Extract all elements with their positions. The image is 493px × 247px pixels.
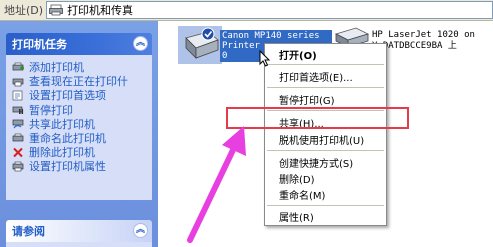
menu-separator	[267, 150, 384, 151]
collapse-chevron-icon[interactable]: ︽	[133, 36, 148, 51]
see-also-title: 请参阅	[12, 225, 45, 238]
printer-name: Canon MP140 series	[222, 31, 320, 41]
see-also-list	[6, 242, 152, 247]
printer-label-hp[interactable]: HP LaserJet 1020 on Y-DATDBCCE9BA 上	[372, 30, 493, 52]
mouse-cursor-icon	[259, 50, 270, 67]
menu-separator	[267, 87, 384, 88]
task-view-queue[interactable]: 查看现在正在打印什	[12, 74, 152, 88]
menu-separator	[267, 64, 384, 65]
see-also-header[interactable]: 请参阅 ︽	[6, 220, 152, 242]
menu-item-pause[interactable]: 暂停打印(G)	[265, 91, 386, 107]
collapse-chevron-icon[interactable]: ︽	[133, 223, 148, 238]
printer-tasks-title: 打印机任务	[12, 38, 67, 51]
printer-folder-icon	[49, 4, 63, 16]
printer-icon[interactable]	[178, 26, 222, 64]
address-field[interactable]: 打印机和传真	[46, 1, 493, 19]
menu-item-offline[interactable]: 脱机使用打印机(U)	[265, 131, 386, 147]
view-queue-icon	[12, 76, 24, 87]
menu-item-preferences[interactable]: 打印首选项(E)...	[265, 68, 386, 84]
delete-icon	[12, 147, 24, 158]
printer-name: HP LaserJet 1020 on	[372, 30, 475, 40]
add-printer-icon	[12, 62, 24, 73]
menu-item-create-shortcut[interactable]: 创建快捷方式(S)	[265, 154, 386, 170]
task-pane: 打印机任务 ︽ 添加打印机 查看现在正在打印什 设置打印首选项 暂停打印 共享此…	[0, 21, 158, 247]
share-icon	[12, 118, 24, 129]
properties-icon	[12, 161, 24, 172]
task-rename-printer[interactable]: 重命名此打印机	[12, 131, 152, 145]
preferences-icon	[12, 90, 24, 101]
printer-tasks-header[interactable]: 打印机任务 ︽	[6, 33, 152, 55]
pause-icon	[12, 104, 24, 115]
address-label: 地址(D)	[4, 4, 44, 17]
printer-tasks-list: 添加打印机 查看现在正在打印什 设置打印首选项 暂停打印 共享此打印机 重命名此…	[6, 55, 152, 200]
task-printer-properties[interactable]: 设置打印机属性	[12, 159, 152, 173]
task-share-printer[interactable]: 共享此打印机	[12, 117, 152, 131]
menu-separator	[267, 205, 384, 206]
task-add-printer[interactable]: 添加打印机	[12, 60, 152, 74]
context-menu: 打开(O) 打印首选项(E)... 暂停打印(G) 共享(H)... 脱机使用打…	[264, 43, 387, 226]
address-bar: 地址(D) 打印机和传真	[0, 0, 493, 21]
printer-location: Y-DATDBCCE9BA 上	[372, 41, 457, 51]
highlight-box	[226, 107, 409, 129]
task-delete-printer[interactable]: 删除此打印机	[12, 145, 152, 159]
menu-item-properties[interactable]: 属性(R)	[265, 208, 386, 224]
menu-item-open[interactable]: 打开(O)	[265, 46, 386, 62]
task-pause-printing[interactable]: 暂停打印	[12, 103, 152, 117]
task-set-preferences[interactable]: 设置打印首选项	[12, 88, 152, 102]
address-path: 打印机和传真	[67, 4, 134, 17]
rename-icon	[12, 133, 24, 144]
menu-item-delete[interactable]: 删除(D)	[265, 170, 386, 186]
menu-item-rename[interactable]: 重命名(M)	[265, 186, 386, 202]
